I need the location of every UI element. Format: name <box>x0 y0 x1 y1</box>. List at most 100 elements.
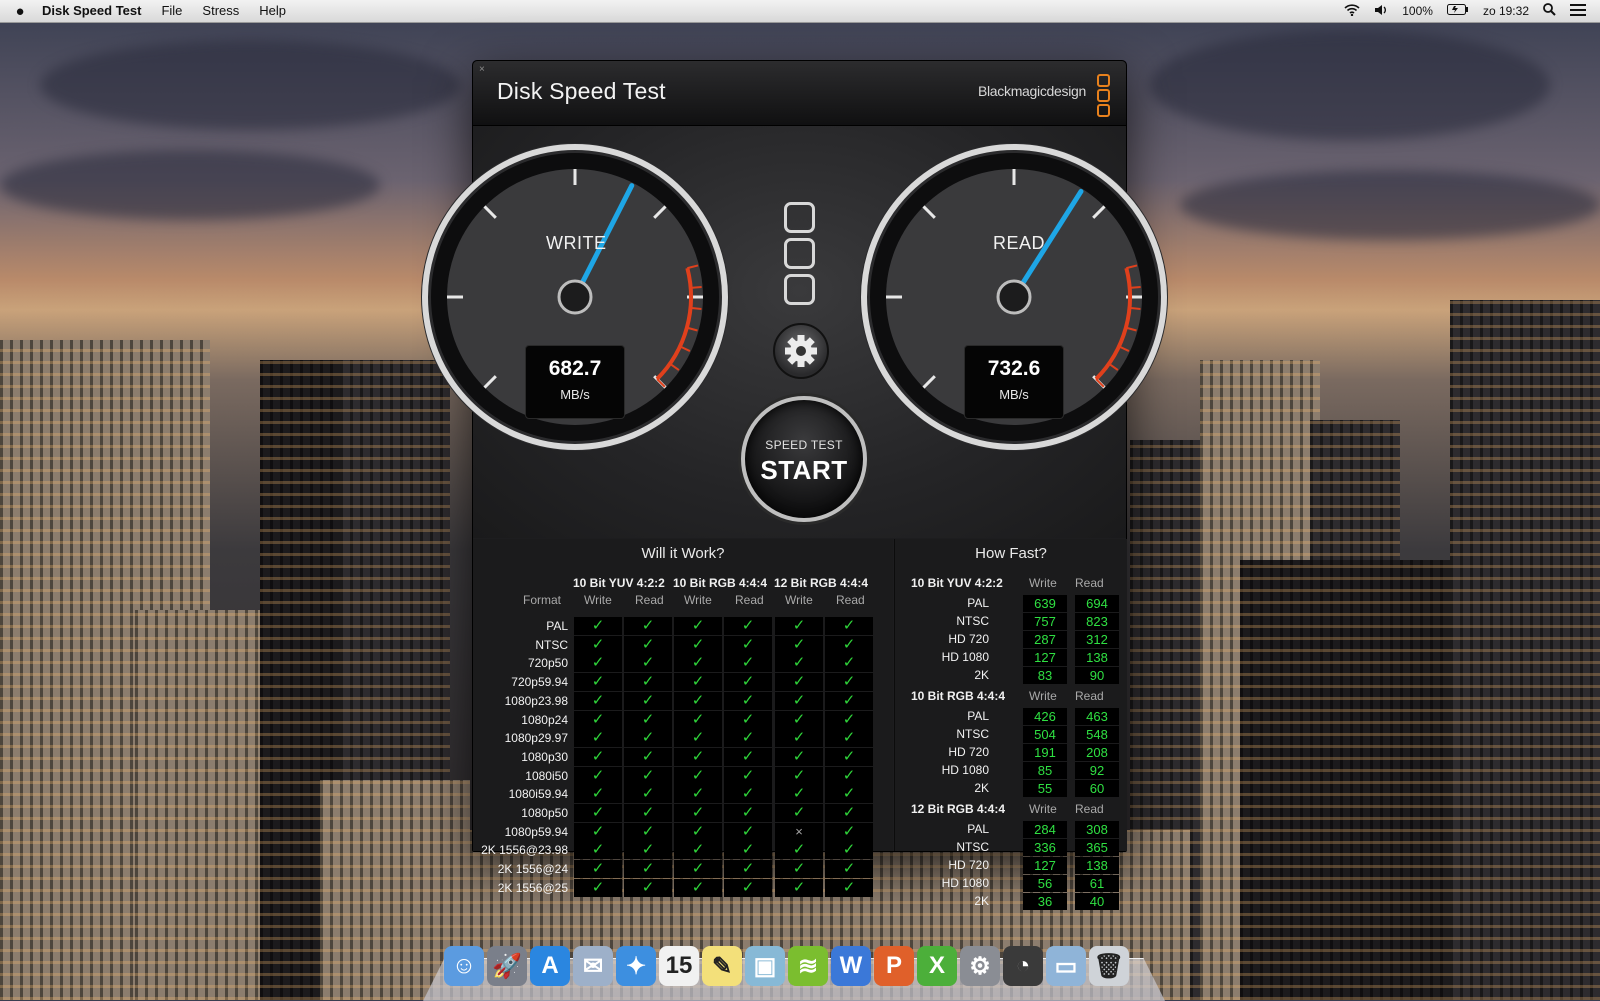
menu-help[interactable]: Help <box>249 0 296 22</box>
trash-icon[interactable]: 🗑 <box>1089 946 1129 986</box>
how-fast-format-label: 2K <box>974 781 989 795</box>
pass-check-icon: ✓ <box>825 617 873 635</box>
pass-check-icon: ✓ <box>775 878 823 897</box>
pass-check-icon: ✓ <box>825 747 873 766</box>
pass-check-icon: ✓ <box>724 729 772 748</box>
volume-icon[interactable] <box>1374 4 1388 19</box>
close-window-button[interactable]: × <box>479 65 489 75</box>
format-label: 1080i59.94 <box>508 787 568 802</box>
mail-icon[interactable]: ✉ <box>573 946 613 986</box>
pass-check-icon: ✓ <box>574 804 622 822</box>
format-label: 720p59.94 <box>511 675 568 690</box>
write-column-header: Write <box>1029 689 1057 703</box>
menu-clock[interactable]: zo 19:32 <box>1483 4 1529 18</box>
word-icon[interactable]: W <box>831 946 871 986</box>
window-titlebar[interactable]: × Disk Speed Test Blackmagicdesign <box>473 61 1126 126</box>
how-fast-format-label: HD 720 <box>948 858 989 872</box>
pass-check-icon: ✓ <box>775 691 823 710</box>
read-speed-unit: MB/s <box>999 387 1029 402</box>
menu-stress[interactable]: Stress <box>192 0 249 22</box>
format-label: PAL <box>546 619 568 633</box>
pass-check-icon: ✓ <box>624 785 672 804</box>
preview-icon[interactable]: ▣ <box>745 946 785 986</box>
pass-check-icon: ✓ <box>724 747 772 766</box>
downloads-folder-icon[interactable]: ▭ <box>1046 946 1086 986</box>
battery-percent[interactable]: 100% <box>1402 4 1433 18</box>
battery-icon[interactable] <box>1446 4 1469 18</box>
pass-check-icon: ✓ <box>624 729 672 748</box>
system-preferences-icon[interactable]: ⚙ <box>960 946 1000 986</box>
spotify-icon[interactable]: ≋ <box>788 946 828 986</box>
pass-check-icon: ✓ <box>674 729 722 748</box>
disk-speed-test-icon[interactable]: ◔ <box>1003 946 1043 986</box>
format-label: 1080p30 <box>521 749 568 764</box>
pass-check-icon: ✓ <box>825 841 873 860</box>
launchpad-icon[interactable]: 🚀 <box>487 946 527 986</box>
wifi-icon[interactable] <box>1344 3 1360 19</box>
apple-menu-icon[interactable]: ● <box>0 3 40 20</box>
write-fps-value: 639 <box>1023 595 1067 612</box>
read-fps-value: 463 <box>1075 708 1119 725</box>
pass-check-icon: ✓ <box>775 710 823 729</box>
read-fps-value: 138 <box>1075 857 1119 874</box>
pass-check-icon: ✓ <box>825 691 873 710</box>
pass-check-icon: ✓ <box>574 654 622 673</box>
format-label: 1080p50 <box>521 806 568 820</box>
pass-check-icon: ✓ <box>674 654 722 673</box>
pass-check-icon: ✓ <box>674 710 722 729</box>
how-fast-format-label: PAL <box>967 709 989 723</box>
pass-check-icon: ✓ <box>724 878 772 897</box>
spotlight-search-icon[interactable] <box>1543 3 1556 19</box>
safari-icon[interactable]: ✦ <box>616 946 656 986</box>
pass-check-icon: ✓ <box>674 766 722 785</box>
excel-icon[interactable]: X <box>917 946 957 986</box>
pass-check-icon: ✓ <box>624 691 672 710</box>
read-fps-value: 308 <box>1075 821 1119 838</box>
pass-check-icon: ✓ <box>624 804 672 822</box>
menu-file[interactable]: File <box>151 0 192 22</box>
notes-icon[interactable]: ✎ <box>702 946 742 986</box>
write-fps-value: 83 <box>1023 667 1067 684</box>
pass-check-icon: ✓ <box>574 785 622 804</box>
finder-icon[interactable]: ☺ <box>444 946 484 986</box>
pass-check-icon: ✓ <box>825 766 873 785</box>
target-drive-select-button[interactable] <box>784 202 816 310</box>
how-fast-format-label: NTSC <box>956 614 989 628</box>
pass-check-icon: ✓ <box>775 654 823 673</box>
format-label: 1080i50 <box>525 768 568 783</box>
menu-app-name[interactable]: Disk Speed Test <box>40 0 151 22</box>
powerpoint-icon[interactable]: P <box>874 946 914 986</box>
brand-logo-icon <box>1097 74 1110 119</box>
start-speed-test-button[interactable]: SPEED TEST START <box>741 396 867 522</box>
write-fps-value: 336 <box>1023 839 1067 856</box>
will-it-work-title: Will it Work? <box>641 545 725 562</box>
pass-check-icon: ✓ <box>775 635 823 654</box>
write-redline-tick <box>690 286 702 289</box>
pass-check-icon: ✓ <box>624 673 672 692</box>
pass-check-icon: ✓ <box>775 860 823 879</box>
pass-check-icon: ✓ <box>825 673 873 692</box>
pass-check-icon: ✓ <box>724 766 772 785</box>
pass-check-icon: ✓ <box>574 635 622 654</box>
will-it-work-table: Will it Work? 10 Bit YUV 4:2:2 10 Bit RGB… <box>473 539 893 897</box>
window-title: Disk Speed Test <box>497 78 666 104</box>
settings-gear-button[interactable] <box>773 323 829 379</box>
calendar-icon[interactable]: 15 <box>659 946 699 986</box>
pass-check-icon: ✓ <box>775 766 823 785</box>
format-label: 2K 1556@24 <box>497 862 568 877</box>
how-fast-format-label: 2K <box>974 894 989 908</box>
pass-check-icon: ✓ <box>825 822 873 841</box>
pass-check-icon: ✓ <box>825 860 873 879</box>
pass-check-icon: ✓ <box>775 804 823 822</box>
app-store-icon[interactable]: A <box>530 946 570 986</box>
read-fps-value: 90 <box>1075 667 1119 684</box>
write-fps-value: 504 <box>1023 726 1067 743</box>
pass-check-icon: ✓ <box>574 747 622 766</box>
pass-check-icon: ✓ <box>724 841 772 860</box>
pass-check-icon: ✓ <box>724 804 772 822</box>
how-fast-title: How Fast? <box>975 545 1047 562</box>
notification-center-icon[interactable] <box>1570 3 1586 19</box>
pass-check-icon: ✓ <box>775 785 823 804</box>
pass-check-icon: ✓ <box>724 635 772 654</box>
format-column-header: Format <box>523 593 562 607</box>
